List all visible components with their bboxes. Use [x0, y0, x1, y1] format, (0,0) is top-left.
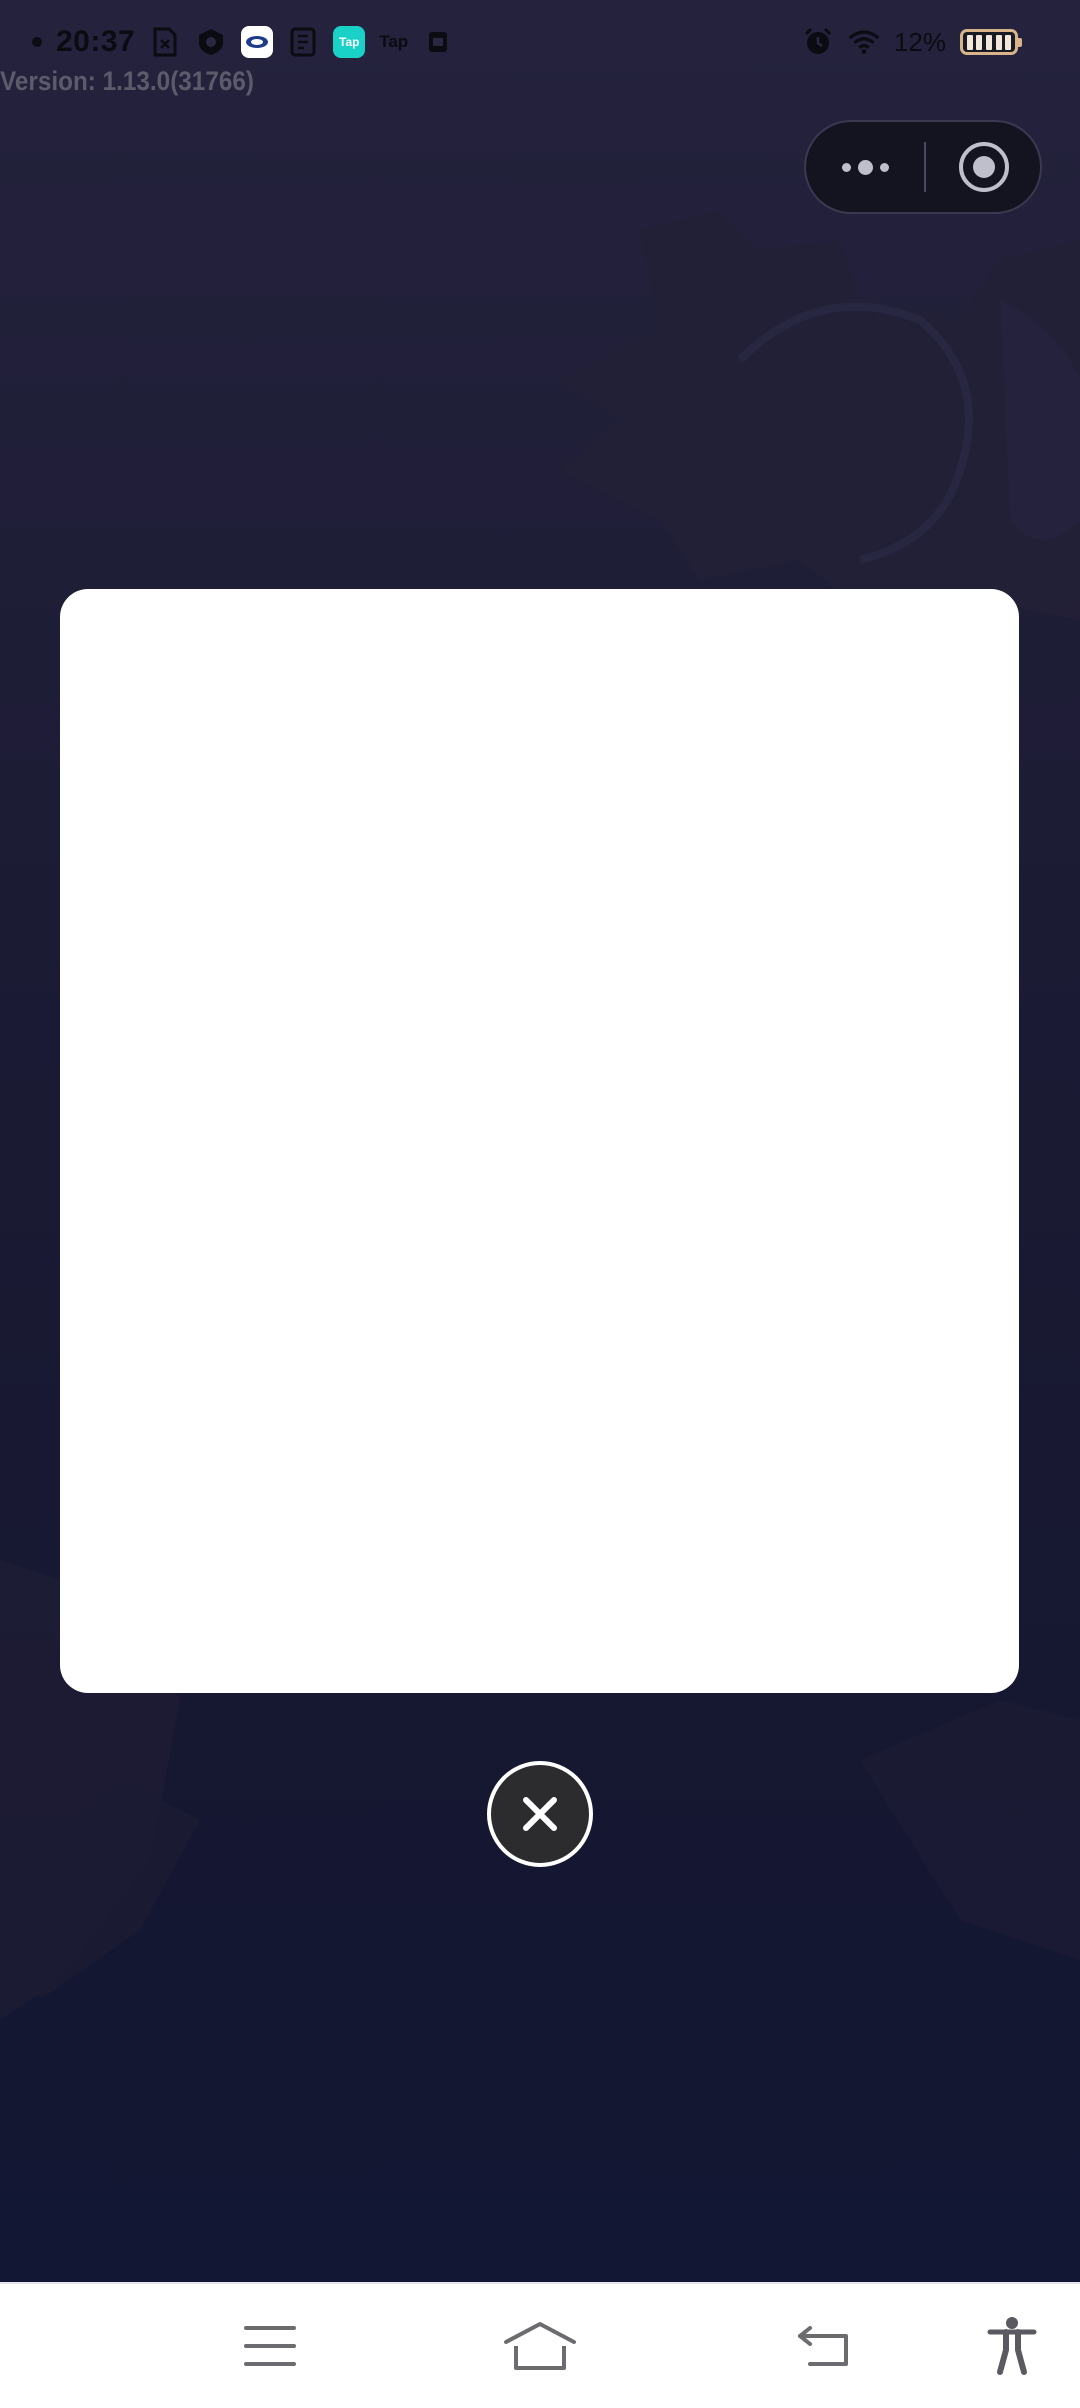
status-bar-right: 12% [802, 20, 1022, 64]
more-button[interactable] [806, 122, 924, 212]
alarm-icon [802, 26, 834, 58]
back-icon [798, 2326, 848, 2366]
more-dots-icon [857, 159, 873, 175]
sim-card-icon [422, 26, 454, 58]
version-label: Version: 1.13.0(31766) [0, 66, 254, 96]
accessibility-button[interactable] [972, 2306, 1052, 2386]
battery-icon [960, 29, 1022, 55]
target-circle-icon [959, 142, 1009, 192]
mini-program-capsule [804, 120, 1042, 214]
status-bar-left: 20:37 Tap Tap [32, 20, 454, 64]
close-x-icon [523, 1797, 557, 1831]
accessibility-icon [987, 2317, 1037, 2375]
battery-percent: 12% [893, 26, 946, 57]
system-navigation-bar [0, 2282, 1080, 2408]
home-button[interactable] [500, 2306, 580, 2386]
popup-card[interactable] [60, 589, 1019, 1693]
exit-mini-program-button[interactable] [926, 122, 1042, 212]
file-icon [149, 26, 181, 58]
tap-text-icon: Tap [379, 32, 409, 51]
notification-dot [32, 37, 42, 47]
document-app-icon [287, 26, 319, 58]
status-time: 20:37 [56, 25, 136, 58]
taptap-app-icon: Tap [333, 26, 366, 58]
popup-close-button[interactable] [487, 1761, 593, 1867]
home-icon [504, 2322, 576, 2370]
app-logo-icon [241, 26, 274, 58]
menu-button[interactable] [230, 2306, 310, 2386]
vpn-shield-icon [195, 26, 227, 58]
wifi-icon [848, 26, 880, 58]
back-button[interactable] [784, 2306, 864, 2386]
menu-icon [244, 2326, 296, 2366]
